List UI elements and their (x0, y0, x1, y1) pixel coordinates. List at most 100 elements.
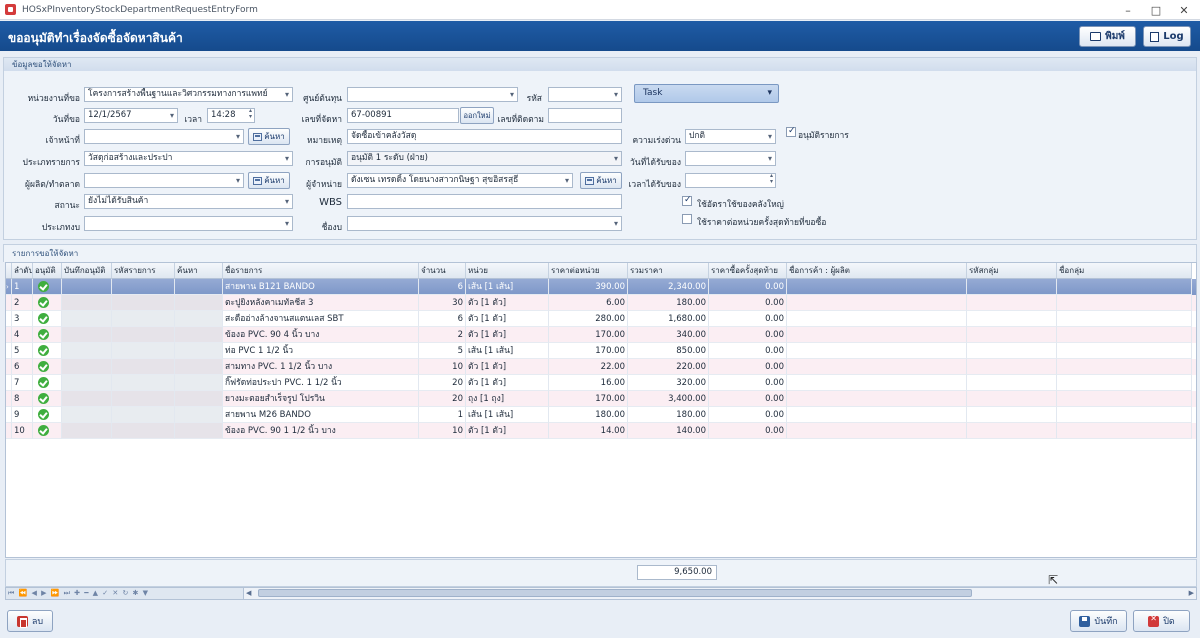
cell-qty[interactable]: 5 (419, 343, 466, 359)
status-select[interactable]: ยังไม่ได้รับสินค้า (84, 194, 293, 209)
cell-empty[interactable] (112, 343, 175, 359)
cell-empty[interactable] (62, 391, 112, 407)
print-button[interactable]: พิมพ์ (1079, 26, 1136, 47)
cell-empty[interactable] (787, 423, 967, 439)
column-header[interactable]: ชื่อกลุ่ม (1057, 263, 1192, 279)
column-header[interactable]: ชื่อรายการ (223, 263, 419, 279)
cell-empty[interactable] (967, 343, 1057, 359)
table-row[interactable]: 8 ยางมะตอยสำเร็จรูป โปรวิน 20 ถุง [1 ถุง] 17… (6, 391, 1196, 407)
approve-cell[interactable] (33, 327, 62, 343)
save-button[interactable]: บันทึก (1070, 610, 1127, 632)
time-spinner[interactable]: 14:28 (207, 108, 255, 123)
close-button[interactable]: ปิด (1133, 610, 1190, 632)
cell-empty[interactable] (1057, 295, 1192, 311)
items-grid[interactable]: ลำดับ อนุมัติ บันทึกอนุมัติ รหัสรายการ ค้นหา… (5, 262, 1197, 558)
cell-total[interactable]: 180.00 (628, 407, 709, 423)
unit-select[interactable]: โครงการสร้างพื้นฐานและวิศวกรรมทางการแพทย… (84, 87, 293, 102)
cell-last[interactable]: 0.00 (709, 359, 787, 375)
cell-empty[interactable] (62, 311, 112, 327)
column-header[interactable]: รหัสกลุ่ม (967, 263, 1057, 279)
cell-no[interactable]: 1 (12, 279, 33, 295)
cell-empty[interactable] (1057, 311, 1192, 327)
receive-date-picker[interactable] (685, 151, 776, 166)
cell-empty[interactable] (175, 343, 223, 359)
cell-empty[interactable] (1057, 391, 1192, 407)
cell-last[interactable]: 0.00 (709, 407, 787, 423)
cell-empty[interactable] (112, 375, 175, 391)
cell-name[interactable]: กิ๊ฟรัดท่อประปา PVC. 1 1/2 นิ้ว (223, 375, 419, 391)
budget-type-select[interactable] (84, 216, 293, 231)
table-row[interactable]: 5 ท่อ PVC 1 1/2 นิ้ว 5 เส้น [1 เส้น] 170.00 8… (6, 343, 1196, 359)
approve-cell[interactable] (33, 343, 62, 359)
cell-qty[interactable]: 20 (419, 375, 466, 391)
cell-price[interactable]: 6.00 (549, 295, 628, 311)
new-number-button[interactable]: ออกใหม่ (460, 107, 494, 124)
cell-unit[interactable]: เส้น [1 เส้น] (466, 279, 549, 295)
cell-empty[interactable] (175, 407, 223, 423)
manufacturer-select[interactable] (84, 173, 244, 188)
cell-name[interactable]: ตะปูยิงหลังคาเมทัลชีส 3 (223, 295, 419, 311)
cell-no[interactable]: 8 (12, 391, 33, 407)
cell-empty[interactable] (62, 295, 112, 311)
cell-name[interactable]: ข้องอ PVC. 90 4 นิ้ว บาง (223, 327, 419, 343)
cell-empty[interactable] (967, 327, 1057, 343)
cell-no[interactable]: 7 (12, 375, 33, 391)
cell-unit[interactable]: ตัว [1 ตัว] (466, 423, 549, 439)
column-header[interactable]: รหัสรายการ (112, 263, 175, 279)
cell-price[interactable]: 170.00 (549, 391, 628, 407)
use-last-price-checkbox[interactable] (682, 214, 692, 224)
supplier-select[interactable]: ดังเซน เทรดดิ้ง โดยนางสาวกนิษฐา สุขอิสรส… (347, 173, 573, 188)
cell-qty[interactable]: 20 (419, 391, 466, 407)
cell-no[interactable]: 5 (12, 343, 33, 359)
cell-empty[interactable] (967, 375, 1057, 391)
cell-empty[interactable] (175, 391, 223, 407)
cell-empty[interactable] (62, 343, 112, 359)
cell-total[interactable]: 340.00 (628, 327, 709, 343)
cell-price[interactable]: 280.00 (549, 311, 628, 327)
scroll-right-icon[interactable]: ▶ (1189, 589, 1194, 597)
approve-cell[interactable] (33, 423, 62, 439)
approve-cell[interactable] (33, 359, 62, 375)
cell-empty[interactable] (1057, 407, 1192, 423)
table-row[interactable]: › 1 สายพาน B121 BANDO 6 เส้น [1 เส้น] 390.00 2… (6, 279, 1196, 295)
cell-empty[interactable] (787, 407, 967, 423)
cell-name[interactable]: สายพาน B121 BANDO (223, 279, 419, 295)
cell-empty[interactable] (175, 327, 223, 343)
approve-cell[interactable] (33, 407, 62, 423)
cell-qty[interactable]: 2 (419, 327, 466, 343)
cell-last[interactable]: 0.00 (709, 375, 787, 391)
approve-cell[interactable] (33, 311, 62, 327)
note-field[interactable]: จัดซื้อเข้าคลังวัสดุ (347, 129, 622, 144)
officer-search-button[interactable]: ค้นหา (248, 128, 290, 145)
cell-price[interactable]: 170.00 (549, 343, 628, 359)
cell-empty[interactable] (1057, 375, 1192, 391)
cell-name[interactable]: ท่อ PVC 1 1/2 นิ้ว (223, 343, 419, 359)
minimize-icon[interactable]: – (1114, 0, 1142, 20)
approve-cell[interactable] (33, 375, 62, 391)
use-large-unit-checkbox[interactable] (682, 195, 692, 206)
cell-qty[interactable]: 1 (419, 407, 466, 423)
cell-total[interactable]: 2,340.00 (628, 279, 709, 295)
cell-unit[interactable]: ถุง [1 ถุง] (466, 391, 549, 407)
tracking-no-field[interactable] (548, 108, 622, 123)
cell-last[interactable]: 0.00 (709, 391, 787, 407)
cell-empty[interactable] (1057, 343, 1192, 359)
officer-select[interactable] (84, 129, 244, 144)
cell-empty[interactable] (112, 359, 175, 375)
cell-empty[interactable] (787, 311, 967, 327)
request-no-field[interactable]: 67-00891 (347, 108, 459, 123)
cell-name[interactable]: สามทาง PVC. 1 1/2 นิ้ว บาง (223, 359, 419, 375)
cell-qty[interactable]: 30 (419, 295, 466, 311)
table-row[interactable]: 2 ตะปูยิงหลังคาเมทัลชีส 3 30 ตัว [1 ตัว] 6.0… (6, 295, 1196, 311)
cell-empty[interactable] (787, 375, 967, 391)
approve-items-checkbox[interactable] (786, 126, 796, 137)
cell-empty[interactable] (62, 327, 112, 343)
column-header[interactable]: ชื่อการค้า : ผู้ผลิต (787, 263, 967, 279)
table-row[interactable]: 4 ข้องอ PVC. 90 4 นิ้ว บาง 2 ตัว [1 ตัว] 170… (6, 327, 1196, 343)
cell-name[interactable]: ยางมะตอยสำเร็จรูป โปรวิน (223, 391, 419, 407)
cell-last[interactable]: 0.00 (709, 327, 787, 343)
cell-unit[interactable]: เส้น [1 เส้น] (466, 343, 549, 359)
cell-empty[interactable] (175, 375, 223, 391)
column-header[interactable]: ราคาต่อหน่วย (549, 263, 628, 279)
cell-empty[interactable] (112, 279, 175, 295)
